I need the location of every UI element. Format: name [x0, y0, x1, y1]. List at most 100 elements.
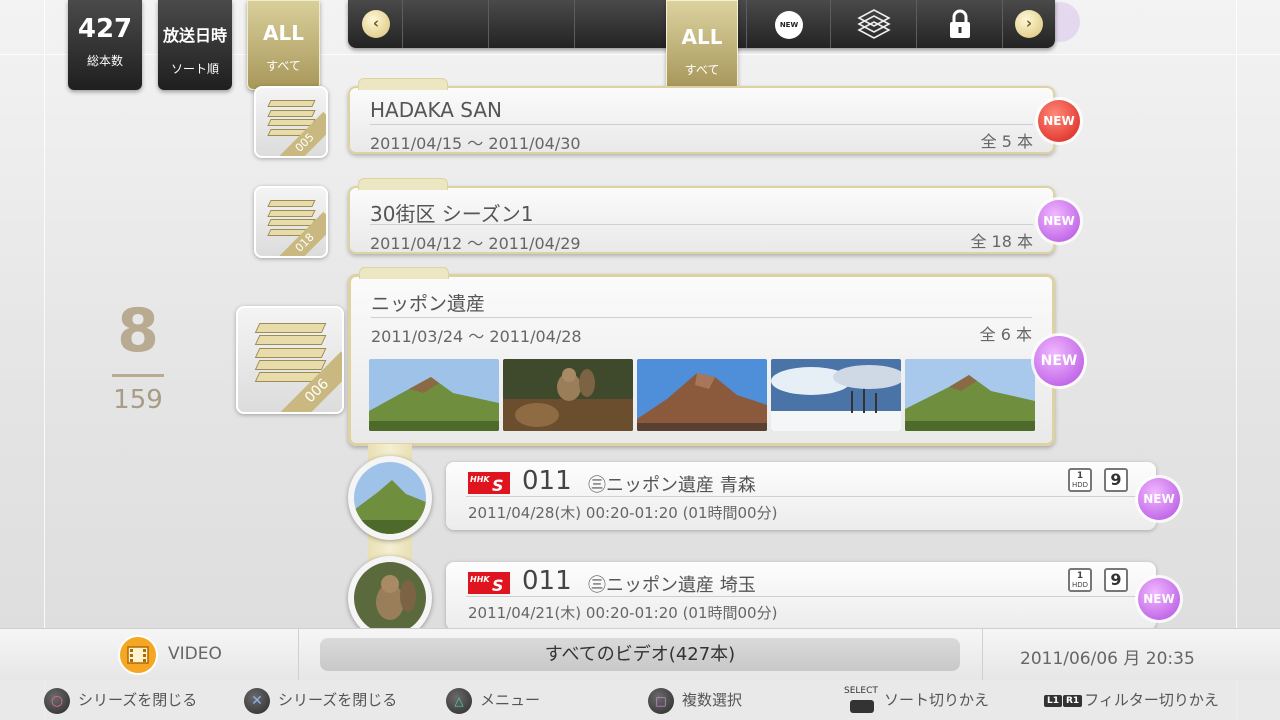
series-card[interactable]: HADAKA SAN 2011/04/15 ～ 2011/04/30 全 5 本: [348, 78, 1055, 154]
hdd-label: HDD: [1071, 581, 1089, 589]
filter-prev-arrow-icon[interactable]: ‹: [362, 10, 390, 38]
filter-tile[interactable]: ALL すべて: [247, 0, 320, 90]
episode-thumbnail[interactable]: [503, 359, 633, 431]
series-dates: 2011/04/12 ～ 2011/04/29: [370, 234, 581, 253]
filter-slot[interactable]: [402, 0, 488, 48]
mountain-thumbnail: [637, 359, 767, 431]
filter-tile-label: すべて: [266, 59, 301, 73]
stack-layer: [267, 200, 315, 208]
total-count-tile[interactable]: 427 総本数: [68, 0, 142, 90]
sort-order-value: 放送日時: [162, 26, 227, 45]
stack-layer: [254, 347, 326, 358]
hint-label: シリーズを閉じる: [278, 691, 398, 709]
hint-label: ソート切りかえ: [884, 691, 990, 709]
filter-lock[interactable]: [916, 0, 1002, 48]
channel-logo-icon: HHK S: [468, 572, 510, 594]
clock: 2011/06/06 月 20:35: [1020, 649, 1195, 669]
hdd-number: 1: [1076, 571, 1084, 581]
hint-l1r1[interactable]: L1 R1 フィルター切りかえ: [1044, 687, 1219, 713]
hint-circle[interactable]: ○ シリーズを閉じる: [44, 687, 198, 714]
series-icon-selected[interactable]: 006: [236, 306, 344, 414]
button-hint-bar: ○ シリーズを閉じる ✕ シリーズを閉じる △ メニュー □ 複数選択 SELECT フ…: [0, 680, 1280, 720]
series-count: 全 18 本: [970, 232, 1033, 251]
new-badge-icon: NEW: [1138, 578, 1180, 620]
divider: [298, 629, 299, 681]
series-title: HADAKA SAN: [370, 98, 502, 122]
hint-triangle[interactable]: △ メニュー: [446, 687, 540, 714]
episode-divider: [466, 596, 1136, 597]
hint-label: 複数選択: [682, 691, 743, 709]
hint-label: フィルター切りかえ: [1084, 691, 1219, 709]
filter-all-label: すべて: [684, 63, 720, 77]
hint-label: シリーズを閉じる: [78, 691, 198, 709]
series-count: 全 6 本: [979, 325, 1032, 344]
channel-number: 011: [522, 566, 572, 596]
svg-text:HHK: HHK: [470, 475, 490, 484]
episode-thumbnail[interactable]: [905, 359, 1035, 431]
new-filter-icon: NEW: [775, 11, 803, 39]
squirrel-thumbnail: [354, 562, 426, 634]
card-divider: [370, 224, 1033, 225]
select-label: SELECT: [844, 685, 878, 696]
square-button-icon: □: [648, 687, 674, 714]
card-divider: [370, 124, 1033, 125]
new-badge-icon: NEW: [1138, 478, 1180, 520]
grid-line: [44, 0, 45, 720]
series-count: 全 5 本: [980, 132, 1033, 151]
card-tab: [358, 78, 448, 90]
svg-text:S: S: [492, 576, 504, 594]
series-icon[interactable]: 018: [254, 186, 328, 258]
counter-current: 8: [117, 296, 159, 366]
channel-number: 011: [522, 466, 572, 496]
total-count-value: 427: [77, 14, 133, 44]
triangle-button-icon: △: [446, 687, 472, 714]
episode-thumbnail[interactable]: [369, 359, 499, 431]
hint-cross[interactable]: ✕ シリーズを閉じる: [244, 687, 398, 714]
video-app-icon[interactable]: [118, 635, 158, 675]
episode-thumb-circle[interactable]: [348, 456, 432, 540]
episode-title: ㊂ニッポン遺産 青森: [588, 475, 756, 496]
counter-total: 159: [113, 385, 163, 415]
episode-thumbnail[interactable]: [637, 359, 767, 431]
series-dates: 2011/03/24 ～ 2011/04/28: [371, 327, 582, 346]
svg-text:HHK: HHK: [470, 575, 490, 584]
series-title: ニッポン遺産: [371, 293, 486, 315]
episode-datetime: 2011/04/28(木) 00:20-01:20 (01時間00分): [468, 504, 778, 522]
stack-layer: [254, 335, 326, 346]
series-card-expanded[interactable]: ニッポン遺産 2011/03/24 ～ 2011/04/28 全 6 本: [348, 267, 1055, 446]
episode-thumbnail[interactable]: [771, 359, 901, 431]
filter-next-arrow-icon[interactable]: ›: [1015, 10, 1043, 38]
filter-slot[interactable]: [488, 0, 574, 48]
stack-layer: [267, 109, 315, 117]
filter-new[interactable]: NEW: [746, 0, 830, 48]
card-divider: [371, 317, 1032, 318]
genre-icon: 9: [1104, 568, 1128, 592]
episode-row[interactable]: HHK S 011 ㊂ニッポン遺産 埼玉 HDD 1 9 2011/04/21(木)…: [446, 562, 1156, 630]
hint-square[interactable]: □ 複数選択: [648, 687, 743, 714]
divider: [982, 629, 983, 681]
select-button-icon: SELECT: [844, 685, 878, 714]
series-card[interactable]: 30街区 シーズン1 2011/04/12 ～ 2011/04/29 全 18 …: [348, 178, 1055, 254]
category-header: すべてのビデオ(427本): [320, 638, 960, 671]
snowfield-thumbnail: [771, 359, 901, 431]
filter-next-slot: ›: [1002, 0, 1055, 48]
sort-order-tile[interactable]: 放送日時 ソート順: [158, 0, 232, 90]
series-icon[interactable]: 005: [254, 86, 328, 158]
stack-layer: [254, 360, 326, 371]
series-title: 30街区 シーズン1: [370, 202, 534, 226]
sort-order-label: ソート順: [170, 62, 219, 76]
filter-series[interactable]: [830, 0, 916, 48]
filter-slot[interactable]: [574, 0, 660, 48]
series-dates: 2011/04/15 ～ 2011/04/30: [370, 134, 581, 153]
channel-logo-icon: HHK S: [468, 472, 510, 494]
new-badge-icon: NEW: [1034, 336, 1084, 386]
filter-all-selected[interactable]: ALL すべて: [666, 0, 738, 91]
episode-row[interactable]: HHK S 011 ㊂ニッポン遺産 青森 HDD 1 9 2011/04/28(木)…: [446, 462, 1156, 530]
filter-tile-value: ALL: [263, 21, 304, 45]
hdd-label: HDD: [1071, 481, 1089, 489]
hdd-number: 1: [1076, 471, 1084, 481]
lock-icon: [950, 9, 970, 38]
hint-select[interactable]: SELECT フィルター切りかえソート切りかえ: [844, 685, 990, 714]
grid-line: [1236, 0, 1237, 720]
hdd-icon: HDD 1: [1068, 568, 1092, 592]
